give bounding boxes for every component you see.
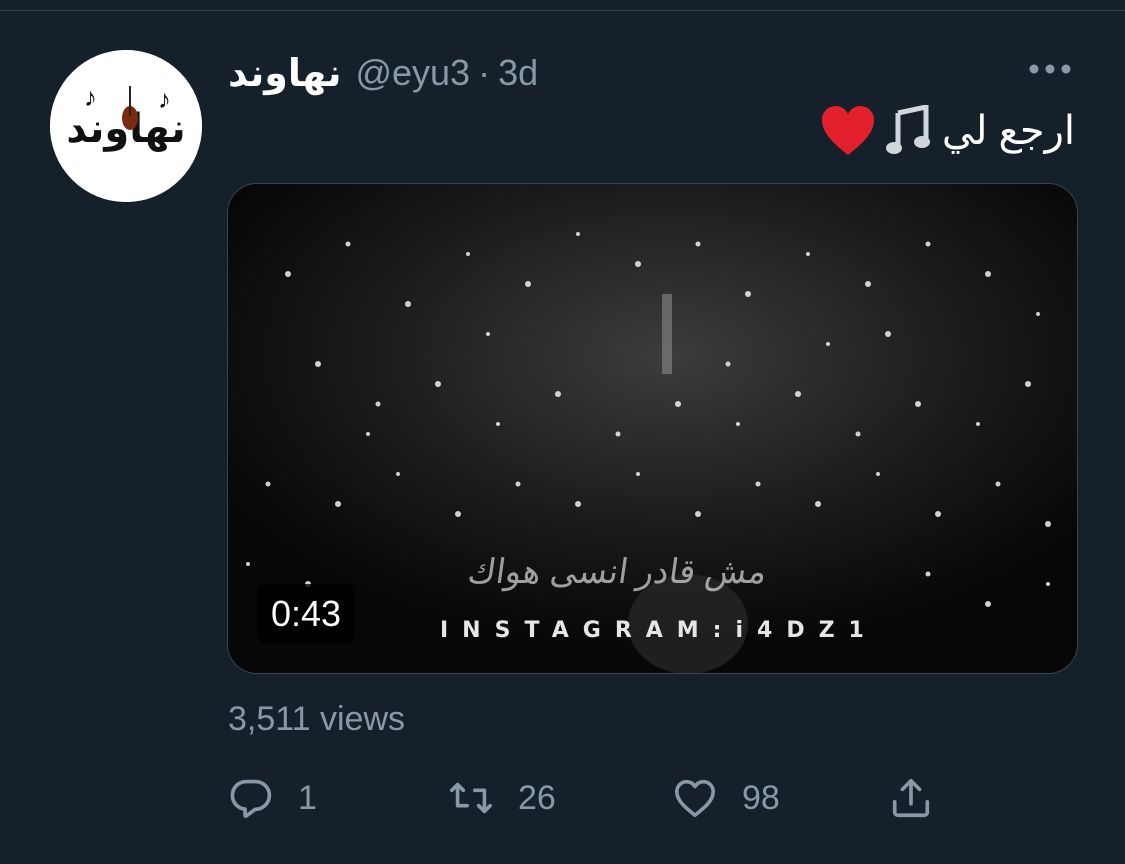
heart-emoji-icon xyxy=(820,105,876,157)
video-thumbnail xyxy=(228,184,1077,673)
tweet-actions: 1 26 98 xyxy=(228,770,988,826)
like-count: 98 xyxy=(742,778,780,817)
retweet-button[interactable]: 26 xyxy=(448,770,556,826)
svg-text:♪: ♪ xyxy=(158,84,171,114)
tweet-text-content: ارجع لي xyxy=(941,109,1075,153)
separator-dot: · xyxy=(478,52,491,93)
video-overlay-text: مش قادر انسى هواك xyxy=(465,553,770,591)
more-icon xyxy=(1029,64,1071,74)
tweet-header: نهاوند @eyu3 · 3d xyxy=(228,48,538,98)
avatar-logo-icon: نهاوند ♪ ♪ xyxy=(50,50,202,202)
music-note-icon xyxy=(885,105,932,157)
tweet-text: ارجع لي xyxy=(820,96,1075,166)
display-name[interactable]: نهاوند xyxy=(228,51,341,96)
share-button[interactable] xyxy=(888,770,934,826)
reply-count: 1 xyxy=(298,778,317,817)
user-handle[interactable]: @eyu3 xyxy=(355,52,470,94)
reply-icon xyxy=(230,779,272,818)
video-player[interactable]: مش قادر انسى هواك INSTAGRAM:i4DZ1 0:43 xyxy=(227,183,1078,674)
retweet-icon xyxy=(450,782,492,814)
more-options-button[interactable] xyxy=(1024,52,1076,86)
retweet-count: 26 xyxy=(518,778,556,817)
reply-button[interactable]: 1 xyxy=(228,770,317,826)
svg-text:♪: ♪ xyxy=(84,82,97,112)
video-watermark: INSTAGRAM:i4DZ1 xyxy=(440,618,878,643)
duration-badge: 0:43 xyxy=(257,584,356,644)
avatar[interactable]: نهاوند ♪ ♪ xyxy=(50,50,202,202)
like-icon xyxy=(674,779,716,818)
share-icon xyxy=(892,778,930,818)
like-button[interactable]: 98 xyxy=(672,770,780,826)
top-divider xyxy=(0,10,1125,11)
tweet-time[interactable]: 3d xyxy=(498,52,538,94)
view-count: 3,511 views xyxy=(228,700,406,738)
